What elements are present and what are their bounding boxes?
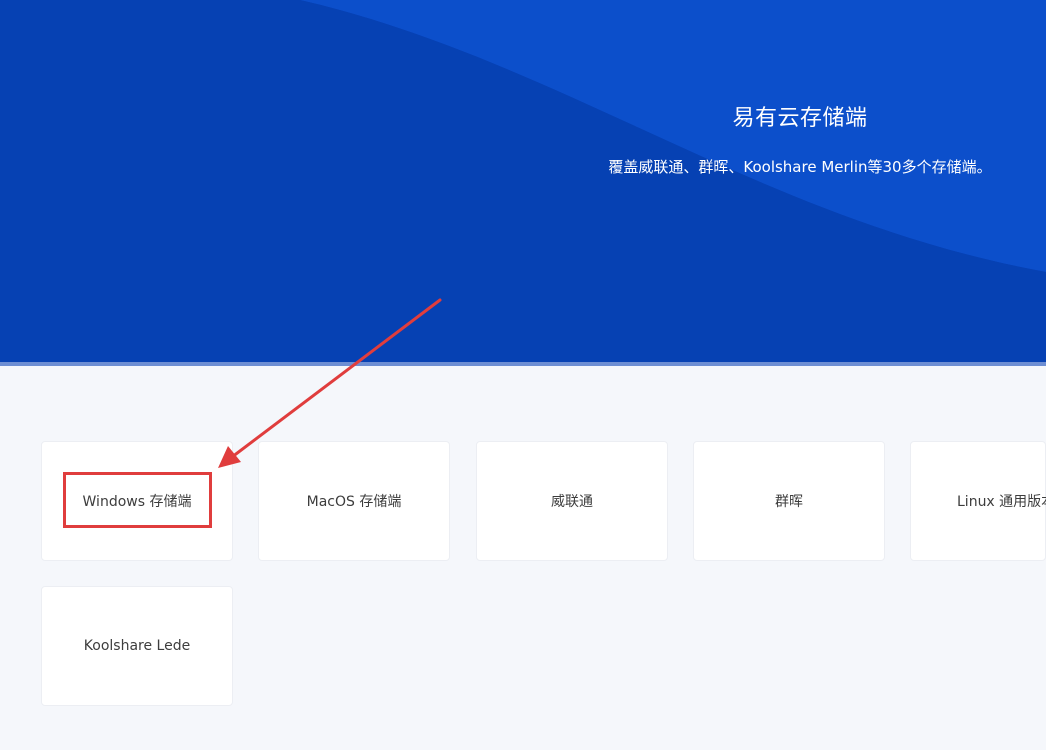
page: 易有云存储端 覆盖威联通、群晖、Koolshare Merlin等30多个存储端… bbox=[0, 0, 1046, 750]
card-label: Koolshare Lede bbox=[83, 638, 191, 654]
hero-subtitle: 覆盖威联通、群晖、Koolshare Merlin等30多个存储端。 bbox=[608, 158, 992, 176]
card-synology[interactable]: 群晖 bbox=[693, 441, 885, 561]
card-label: Linux 通用版本 bbox=[957, 494, 1046, 510]
card-linux-generic[interactable]: Linux 通用版本 bbox=[910, 441, 1046, 561]
card-koolshare-lede[interactable]: Koolshare Lede bbox=[41, 586, 233, 706]
hero-title: 易有云存储端 bbox=[732, 106, 868, 131]
card-windows-storage[interactable]: Windows 存储端 bbox=[41, 441, 233, 561]
card-qnap[interactable]: 威联通 bbox=[476, 441, 668, 561]
card-label: 威联通 bbox=[551, 494, 593, 510]
hero-bottom-edge bbox=[0, 362, 1046, 366]
card-label: 群晖 bbox=[775, 494, 803, 510]
card-macos-storage[interactable]: MacOS 存储端 bbox=[258, 441, 450, 561]
card-label: MacOS 存储端 bbox=[306, 494, 402, 510]
card-label: Windows 存储端 bbox=[82, 494, 192, 510]
hero-wave-background bbox=[0, 0, 1046, 362]
hero-banner: 易有云存储端 覆盖威联通、群晖、Koolshare Merlin等30多个存储端… bbox=[0, 0, 1046, 362]
